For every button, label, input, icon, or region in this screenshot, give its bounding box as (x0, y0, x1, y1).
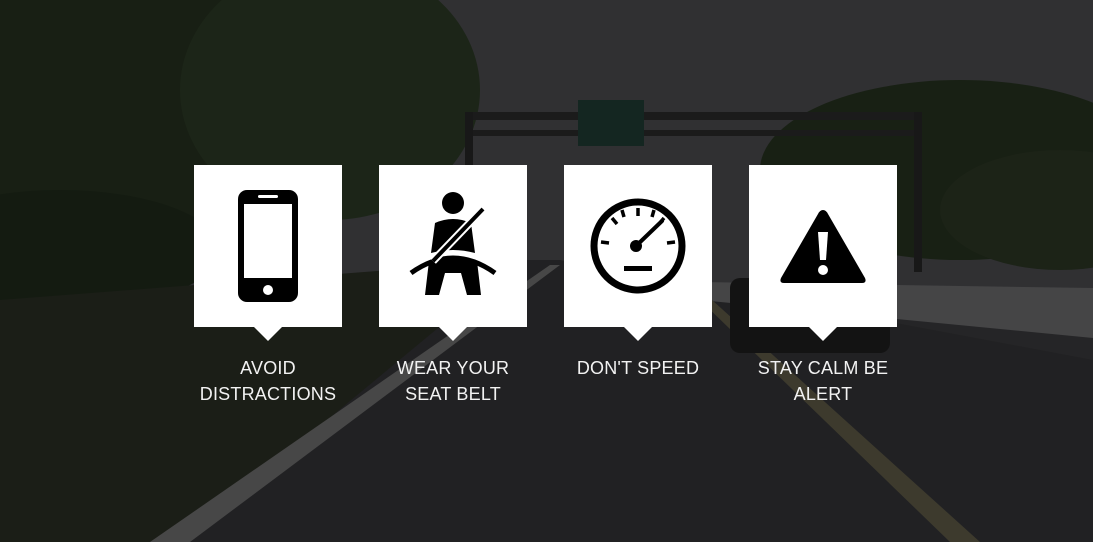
tip-card (379, 165, 527, 341)
seat-belt-icon (409, 192, 497, 295)
speedometer-icon (590, 198, 686, 294)
tip-card (749, 165, 897, 341)
smartphone-icon (238, 190, 298, 302)
tip-label: WEAR YOUR SEAT BELT (396, 358, 510, 404)
tip-label: STAY CALM BE ALERT (757, 358, 889, 404)
tip-stay-calm: STAY CALM BE ALERT (749, 165, 897, 407)
tip-avoid-distractions: AVOID DISTRACTIONS (194, 165, 342, 407)
tip-card (564, 165, 712, 341)
tip-label: AVOID DISTRACTIONS (199, 358, 337, 404)
tip-label: DON'T SPEED (576, 358, 700, 378)
tip-card (194, 165, 342, 341)
tip-wear-seat-belt: WEAR YOUR SEAT BELT (379, 165, 527, 407)
safety-tips-row: AVOID DISTRACTIONS WEAR YOUR SEAT BELT D… (194, 165, 897, 407)
warning-icon (780, 210, 866, 283)
tip-dont-speed: DON'T SPEED (564, 165, 712, 407)
